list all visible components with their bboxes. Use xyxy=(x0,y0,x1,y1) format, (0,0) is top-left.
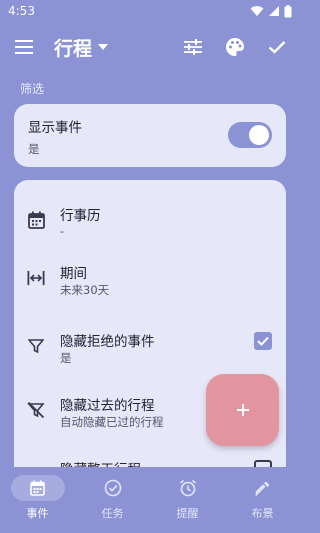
add-event-button[interactable] xyxy=(206,374,279,446)
theme-button[interactable] xyxy=(224,36,246,58)
calendar-icon xyxy=(30,480,45,496)
nav-label: 提醒 xyxy=(176,507,199,520)
switch-knob xyxy=(249,125,269,145)
nav-events[interactable]: 事件 xyxy=(0,467,75,533)
app-bar: 行程 xyxy=(0,24,300,70)
battery-icon xyxy=(284,4,292,17)
nav-pill xyxy=(236,475,290,501)
menu-button[interactable] xyxy=(12,35,36,59)
signal-icon xyxy=(269,6,279,16)
show-events-switch[interactable] xyxy=(228,122,272,148)
bottom-nav: 事件 任务 提醒 布景 xyxy=(0,467,300,533)
nav-theme[interactable]: 布景 xyxy=(225,467,300,533)
setting-title: 期间 xyxy=(60,266,87,282)
eyedropper-icon xyxy=(255,481,269,497)
hide-declined-checkbox[interactable] xyxy=(254,332,272,350)
tune-button[interactable] xyxy=(182,36,204,58)
nav-pill xyxy=(86,475,140,501)
calendar-icon xyxy=(26,210,46,230)
status-bar: 4:53 xyxy=(0,0,300,22)
setting-period[interactable]: 期间 未来30天 xyxy=(14,246,286,302)
setting-calendar[interactable]: 行事历 - xyxy=(14,188,286,244)
setting-subtitle: 是 xyxy=(60,351,72,365)
check-icon xyxy=(268,41,286,54)
tune-icon xyxy=(184,39,202,55)
filter-off-icon xyxy=(26,400,46,420)
nav-label: 任务 xyxy=(101,507,124,520)
setting-title: 隐藏拒绝的事件 xyxy=(60,334,155,350)
nav-label: 布景 xyxy=(251,507,274,520)
setting-subtitle: 未来30天 xyxy=(60,283,110,297)
dropdown-arrow-icon xyxy=(98,44,109,50)
setting-subtitle: 自动隐藏已过的行程 xyxy=(60,415,164,429)
plus-icon xyxy=(236,404,249,416)
palette-icon xyxy=(226,38,244,56)
nav-reminders[interactable]: 提醒 xyxy=(150,467,225,533)
page-title: 行程 xyxy=(54,37,93,60)
check-circle-icon xyxy=(104,479,121,497)
status-time: 4:53 xyxy=(8,4,35,18)
setting-hide-declined[interactable]: 隐藏拒绝的事件 是 xyxy=(14,314,286,370)
nav-label: 事件 xyxy=(26,507,49,520)
section-label: 筛选 xyxy=(20,82,45,96)
show-events-card[interactable]: 显示事件 是 xyxy=(14,104,286,167)
menu-icon xyxy=(15,40,33,54)
view-selector[interactable]: 行程 xyxy=(54,34,109,61)
confirm-button[interactable] xyxy=(266,36,288,58)
range-icon xyxy=(26,268,46,288)
filter-icon xyxy=(26,336,46,356)
nav-pill xyxy=(10,475,65,501)
setting-title: 隐藏过去的行程 xyxy=(60,398,155,414)
nav-tasks[interactable]: 任务 xyxy=(75,467,150,533)
setting-title: 行事历 xyxy=(60,208,101,224)
nav-pill xyxy=(161,475,215,501)
wifi-icon xyxy=(250,6,264,16)
alarm-icon xyxy=(179,479,196,497)
status-icons xyxy=(250,4,292,18)
setting-subtitle: - xyxy=(60,224,65,238)
checkmark-icon xyxy=(257,336,269,346)
